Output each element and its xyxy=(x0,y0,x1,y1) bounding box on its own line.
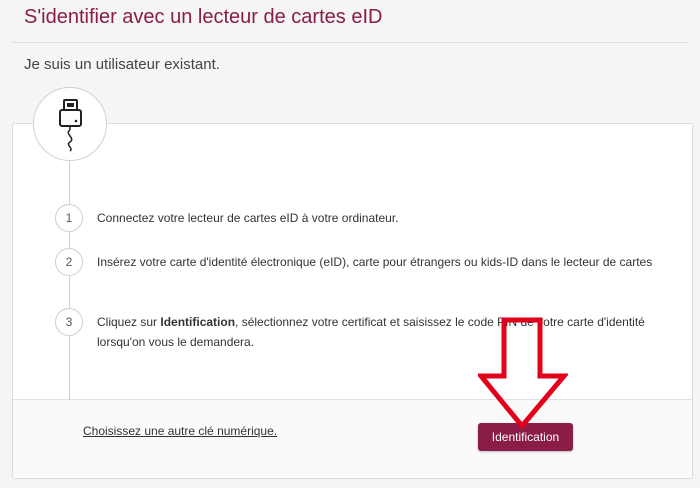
red-down-arrow-icon xyxy=(478,317,568,429)
step-1-number: 1 xyxy=(55,204,83,232)
step-2-text: Insérez votre carte d'identité électroni… xyxy=(97,255,653,269)
page-title: S'identifier avec un lecteur de cartes e… xyxy=(24,6,383,28)
step-3-text: Cliquez sur Identification, sélectionnez… xyxy=(97,312,662,352)
page-subtitle: Je suis un utilisateur existant. xyxy=(24,56,220,73)
card-reader-icon-circle xyxy=(33,87,107,161)
step-2-number: 2 xyxy=(55,248,83,276)
step-3-number: 3 xyxy=(55,308,83,336)
title-divider xyxy=(12,42,688,43)
step-1-text: Connectez votre lecteur de cartes eID à … xyxy=(97,211,399,225)
card-reader-icon xyxy=(59,99,82,152)
steps-timeline-line xyxy=(69,160,70,400)
card-footer xyxy=(13,399,692,478)
step-3-text-before: Cliquez sur xyxy=(97,315,161,329)
other-digital-key-link[interactable]: Choisissez une autre clé numérique. xyxy=(83,424,277,438)
step-3-text-bold: Identification xyxy=(160,315,236,329)
